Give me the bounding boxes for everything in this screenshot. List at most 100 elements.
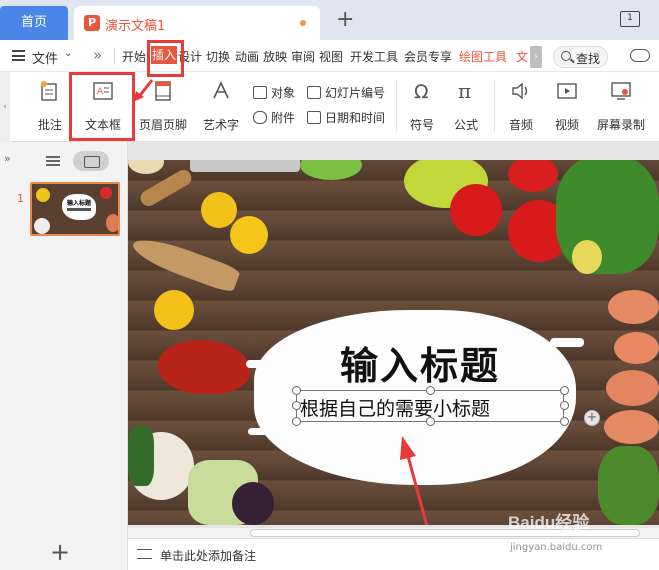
menu-transition[interactable]: 切换 [206,48,230,65]
slide-number: 1 [17,192,24,205]
menu-more-button[interactable]: » [93,46,102,64]
wordart-icon [213,81,229,99]
ribbon-scroll-left-icon[interactable]: ‹ [0,72,10,142]
menu-review[interactable]: 审阅 [291,48,315,65]
brush-stroke [550,338,584,347]
wordart-button[interactable]: 艺术字 [195,80,247,136]
audio-button[interactable]: 音频 [500,80,542,136]
menu-animation[interactable]: 动画 [235,48,259,65]
slide-editor: 输入标题 根据自己的需要小标题 + [128,142,659,528]
svg-text:π: π [458,80,471,102]
menu-start[interactable]: 开始 [122,48,146,65]
divider [396,80,397,132]
slide-subtitle[interactable]: 根据自己的需要小标题 [300,394,560,421]
menu-drawing-tools[interactable]: 绘图工具 [459,48,507,65]
thumb-subtitle [67,208,91,211]
slide-number-button[interactable]: 幻灯片编号 [307,84,385,101]
food-crayfish [158,340,250,394]
food-lemon-3 [154,290,194,330]
formula-button[interactable]: π 公式 [446,79,486,136]
thumb-lemon [36,188,50,202]
annotation-arrow-icon [400,436,429,525]
collapse-panel-button[interactable]: » [4,152,11,165]
video-icon [557,83,577,99]
food-red-pepper [508,160,558,192]
food-lemon-2 [230,216,268,254]
menu-text-tools[interactable]: 文 [516,48,528,65]
document-title: 演示文稿1 [105,19,166,34]
symbol-button[interactable]: Ω 符号 [402,80,442,136]
comment-icon [41,81,57,101]
search-button[interactable]: 查找 [553,46,608,68]
food-green-pepper [300,160,362,180]
tab-bar: 首页 P 演示文稿1 + 1 [0,0,659,40]
divider [494,80,495,132]
svg-text:Ω: Ω [414,81,429,102]
window-count-icon[interactable]: 1 [620,11,640,27]
watermark-url: jingyan.baidu.com [510,542,603,553]
new-tab-button[interactable]: + [336,9,354,31]
add-slide-button[interactable]: + [50,538,70,566]
food-jar [190,160,300,172]
menu-file[interactable]: 文件 [32,48,58,67]
attachment-button[interactable]: 附件 [253,109,295,126]
slide-view-toggle[interactable] [73,151,109,171]
menu-developer[interactable]: 开发工具 [350,48,398,65]
slide-canvas[interactable]: 输入标题 根据自己的需要小标题 + [128,160,659,525]
speaker-icon [512,82,528,100]
object-icon [253,86,267,99]
comment-button[interactable]: 批注 [30,80,70,136]
food-onion [232,482,274,525]
search-icon [561,51,571,61]
menu-view[interactable]: 视图 [319,48,343,65]
slide-thumbnail[interactable]: 输入标题 [30,182,120,236]
paperclip-icon [253,111,267,124]
add-element-icon[interactable]: + [584,410,600,426]
chevron-down-icon[interactable]: ⌄ [64,48,72,59]
resize-handle[interactable] [560,417,569,426]
menu-scroll-right-icon[interactable]: › [530,46,542,68]
menu-slideshow[interactable]: 放映 [263,48,287,65]
notes-icon [137,549,152,559]
slide-title[interactable]: 输入标题 [300,335,540,390]
slide-number-icon [307,86,321,99]
watermark-logo: Baidu经验 [508,513,590,532]
thumb-tomato [100,187,112,199]
pi-icon: π [458,79,471,103]
thumb-title: 输入标题 [66,200,91,207]
resize-handle[interactable] [560,386,569,395]
omega-icon: Ω [414,81,429,103]
food-shrimp-4 [604,410,659,444]
thumb-garlic [34,218,50,234]
video-button[interactable]: 视频 [546,80,588,136]
food-leaf [128,426,154,486]
food-lemon-1 [201,192,237,228]
notes-placeholder: 单击此处添加备注 [160,549,257,563]
hamburger-icon[interactable] [12,50,25,61]
datetime-button[interactable]: 日期和时间 [307,109,385,126]
food-shrimp-2 [614,332,659,364]
food-bread [128,160,164,174]
resize-handle[interactable] [560,401,569,410]
cloud-sync-icon[interactable] [630,49,650,62]
highlight-insert-tab [147,40,184,77]
menu-member[interactable]: 会员专享 [404,48,452,65]
food-shrimp-1 [608,290,659,324]
food-spoon [128,231,242,295]
outline-view-icon[interactable] [46,156,60,166]
food-shrimp-3 [606,370,659,406]
tab-home[interactable]: 首页 [0,6,68,40]
brush-stroke [246,360,276,368]
food-greens [598,446,659,525]
slide-panel: » 1 输入标题 + [0,142,128,570]
food-yellow-chili [572,240,602,274]
presentation-icon: P [84,15,100,31]
screen-record-button[interactable]: 屏幕录制 [594,80,648,136]
annotation-arrow-icon [133,79,154,102]
calendar-icon [307,111,321,124]
thumb-shrimp [106,214,118,232]
tab-document[interactable]: P 演示文稿1 [74,6,320,40]
object-button[interactable]: 对象 [253,84,295,101]
screen-record-icon [611,82,631,100]
highlight-textbox-button [69,72,135,141]
